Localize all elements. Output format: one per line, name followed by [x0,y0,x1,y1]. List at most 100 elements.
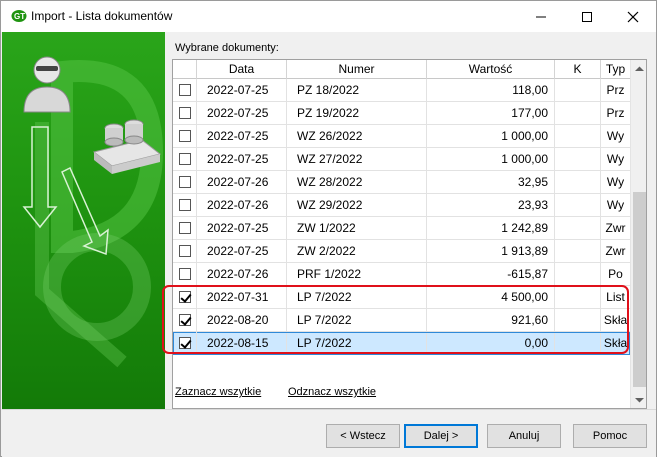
cell-number: LP 7/2022 [287,286,427,308]
table-row[interactable]: 2022-07-26 WZ 28/2022 32,95 Wy [173,171,630,194]
table-row[interactable]: 2022-07-25 WZ 27/2022 1 000,00 Wy [173,148,630,171]
back-button[interactable]: < Wstecz [326,424,400,448]
cell-date: 2022-08-15 [197,332,287,354]
cell-k [555,217,601,239]
close-button[interactable] [610,1,656,32]
row-checkbox[interactable] [179,291,191,303]
header-type[interactable]: Typ [601,60,630,79]
main-content: Wybrane dokumenty: Data Numer Wartość K … [165,32,656,409]
cell-k [555,194,601,216]
row-checkbox[interactable] [179,107,191,119]
cell-type: List [606,290,625,304]
header-date[interactable]: Data [197,60,287,79]
wizard-side-panel [2,32,165,409]
title-bar: GT Import - Lista dokumentów [1,1,656,32]
cell-number: ZW 1/2022 [287,217,427,239]
table-row[interactable]: 2022-07-25 ZW 1/2022 1 242,89 Zwr [173,217,630,240]
deselect-all-link[interactable]: Odznacz wszytkie [288,386,376,398]
grid-header: Data Numer Wartość K Typ [173,60,630,79]
row-checkbox[interactable] [179,222,191,234]
cell-k [555,309,601,331]
cell-number: PRF 1/2022 [287,263,427,285]
cell-k [555,148,601,170]
cell-value: 1 242,89 [427,217,555,239]
header-checkbox-column [173,60,197,79]
table-row[interactable]: 2022-08-20 LP 7/2022 921,60 Skła [173,309,630,332]
maximize-button[interactable] [564,1,610,32]
minimize-button[interactable] [518,1,564,32]
table-row[interactable]: 2022-07-25 WZ 26/2022 1 000,00 Wy [173,125,630,148]
table-row[interactable]: 2022-07-31 LP 7/2022 4 500,00 List [173,286,630,309]
cell-k [555,263,601,285]
header-k[interactable]: K [555,60,601,79]
row-checkbox-cell [173,240,197,262]
header-number[interactable]: Numer [287,60,427,79]
cell-type: Skła [603,336,628,350]
row-checkbox-cell [173,309,197,331]
cell-type: Zwr [605,221,626,235]
cell-date: 2022-07-26 [197,263,287,285]
cell-number: LP 7/2022 [287,309,427,331]
table-row[interactable]: 2022-07-26 PRF 1/2022 -615,87 Po [173,263,630,286]
cell-number: ZW 2/2022 [287,240,427,262]
select-all-link[interactable]: Zaznacz wszytkie [175,386,261,398]
cell-type: Wy [606,152,625,166]
row-checkbox[interactable] [179,130,191,142]
table-row[interactable]: 2022-08-15 LP 7/2022 0,00 Skła [173,332,630,355]
row-checkbox[interactable] [179,176,191,188]
table-row[interactable]: 2022-07-25 PZ 18/2022 118,00 Prz [173,79,630,102]
cell-value: 177,00 [427,102,555,124]
cell-k [555,125,601,147]
row-checkbox[interactable] [179,84,191,96]
cell-type: Po [608,267,623,281]
row-checkbox-cell [173,79,197,101]
cell-type: Wy [606,198,625,212]
cell-number: PZ 19/2022 [287,102,427,124]
scroll-up-arrow-icon[interactable] [631,60,646,77]
scroll-down-arrow-icon[interactable] [631,391,646,408]
row-checkbox[interactable] [179,268,191,280]
cell-date: 2022-07-25 [197,148,287,170]
table-row[interactable]: 2022-07-26 WZ 29/2022 23,93 Wy [173,194,630,217]
cell-k [555,332,601,354]
row-checkbox-cell [173,217,197,239]
row-checkbox-cell [173,171,197,193]
cell-value: 1 000,00 [427,148,555,170]
cell-k [555,102,601,124]
import-window: GT Import - Lista dokumentów Wybrane dok… [0,0,657,457]
cell-type: Prz [606,83,625,97]
row-checkbox[interactable] [179,337,191,349]
cell-date: 2022-07-26 [197,171,287,193]
cancel-button[interactable]: Anuluj [487,424,561,448]
document-grid[interactable]: Data Numer Wartość K Typ 2022-07-25 PZ 18… [172,59,647,409]
vertical-scrollbar[interactable] [630,60,646,408]
cell-date: 2022-07-25 [197,102,287,124]
button-bar: < Wstecz Dalej > Anuluj Pomoc [2,409,656,457]
row-checkbox-cell [173,125,197,147]
cell-type: Zwr [605,244,626,258]
grid-rows: 2022-07-25 PZ 18/2022 118,00 Prz 2022-07-25 P… [173,79,630,355]
cell-value: 0,00 [427,332,555,354]
cell-date: 2022-07-25 [197,125,287,147]
cell-date: 2022-08-20 [197,309,287,331]
help-button[interactable]: Pomoc [573,424,647,448]
table-row[interactable]: 2022-07-25 ZW 2/2022 1 913,89 Zwr [173,240,630,263]
table-row[interactable]: 2022-07-25 PZ 19/2022 177,00 Prz [173,102,630,125]
header-value[interactable]: Wartość [427,60,555,79]
cell-number: WZ 29/2022 [287,194,427,216]
cell-k [555,286,601,308]
cell-value: -615,87 [427,263,555,285]
cell-type: Wy [606,129,625,143]
cell-number: LP 7/2022 [287,332,427,354]
scrollbar-thumb[interactable] [633,192,646,387]
cell-number: WZ 27/2022 [287,148,427,170]
next-button[interactable]: Dalej > [404,424,478,448]
row-checkbox[interactable] [179,199,191,211]
cell-value: 23,93 [427,194,555,216]
cell-date: 2022-07-26 [197,194,287,216]
cell-value: 4 500,00 [427,286,555,308]
row-checkbox[interactable] [179,153,191,165]
row-checkbox[interactable] [179,314,191,326]
row-checkbox[interactable] [179,245,191,257]
cell-type: Skła [603,313,628,327]
